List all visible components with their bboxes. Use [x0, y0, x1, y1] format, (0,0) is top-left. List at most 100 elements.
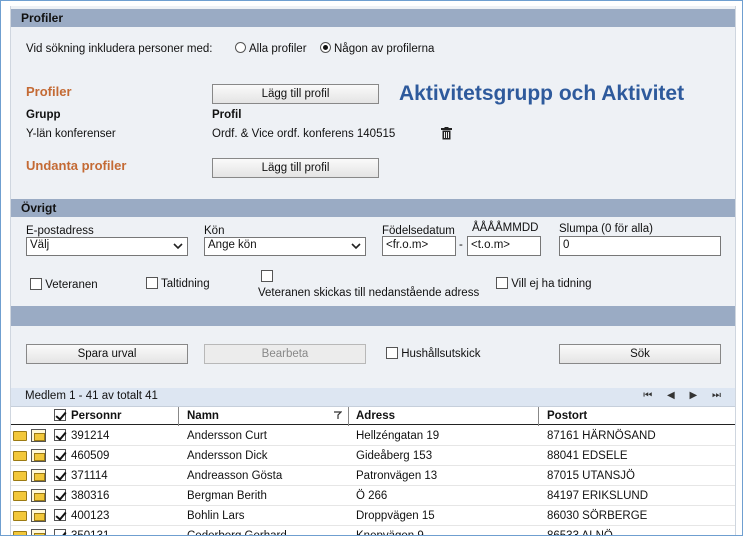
- checkbox-checked-icon[interactable]: [54, 489, 66, 501]
- section-header-ovrigt: Övrigt: [11, 199, 735, 217]
- random-input[interactable]: 0: [559, 236, 721, 256]
- cell-postort: 84197 ERIKSLUND: [547, 490, 648, 502]
- checkbox-checked-icon[interactable]: [54, 529, 66, 535]
- checkbox-checked-icon[interactable]: [54, 429, 66, 441]
- trash-icon[interactable]: [441, 127, 452, 140]
- folder-icon[interactable]: [13, 471, 27, 481]
- add-profile-button[interactable]: Lägg till profil: [212, 84, 379, 104]
- cell-personnr: 371114: [71, 470, 108, 482]
- row-checkbox[interactable]: [54, 449, 66, 462]
- cell-personnr: 400123: [71, 510, 110, 522]
- folder-icon[interactable]: [13, 511, 27, 521]
- chevron-down-icon: [351, 243, 361, 250]
- process-button[interactable]: Bearbeta: [204, 344, 366, 364]
- cell-namn: Andersson Dick: [187, 450, 268, 462]
- folder-icon[interactable]: [13, 431, 27, 441]
- checkbox-icon[interactable]: [261, 270, 273, 282]
- cell-adress: Hellzéngatan 19: [356, 430, 440, 442]
- exclude-profiles-title: Undanta profiler: [26, 158, 127, 173]
- checkbox-icon[interactable]: [146, 277, 158, 289]
- checkbox-household[interactable]: Hushållsutskick: [386, 347, 480, 360]
- table-row[interactable]: 391214 Andersson Curt Hellzéngatan 19 87161…: [11, 426, 735, 446]
- search-include-label: Vid sökning inkludera personer med:: [26, 43, 213, 55]
- table-row[interactable]: 400123 Bohlin Lars Droppvägen 15 86030 SÖRB…: [11, 506, 735, 526]
- birthdate-from-input[interactable]: <fr.o.m>: [382, 236, 456, 256]
- cell-adress: Knepvägen 9: [356, 530, 424, 536]
- row-checkbox[interactable]: [54, 489, 66, 502]
- cell-adress: Ö 266: [356, 490, 388, 502]
- radio-all-icon[interactable]: [235, 42, 246, 53]
- cell-postort: 87161 HÄRNÖSAND: [547, 430, 656, 442]
- col-profile-header: Profil: [212, 109, 242, 121]
- open-folder-icon[interactable]: [31, 449, 46, 462]
- cell-namn: Bohlin Lars: [187, 510, 245, 522]
- email-select[interactable]: Välj: [26, 237, 188, 256]
- row-checkbox[interactable]: [54, 509, 66, 522]
- member-grid: Medlem 1 - 41 av totalt 41 ⏮ ◀ ▶ ⏭ Perso…: [11, 388, 735, 536]
- checkbox-taltidning[interactable]: Taltidning: [146, 277, 210, 290]
- header-namn[interactable]: Namn: [187, 410, 219, 422]
- sort-icon[interactable]: [333, 411, 342, 420]
- header-postort[interactable]: Postort: [547, 410, 587, 422]
- row-checkbox[interactable]: [54, 529, 66, 535]
- birthdate-to-input[interactable]: <t.o.m>: [467, 236, 541, 256]
- checkbox-checked-icon[interactable]: [54, 449, 66, 461]
- open-folder-icon[interactable]: [31, 529, 46, 535]
- add-exclude-profile-button[interactable]: Lägg till profil: [212, 158, 379, 178]
- email-label: E-postadress: [26, 225, 94, 237]
- cell-adress: Gideåberg 153: [356, 450, 433, 462]
- open-folder-icon[interactable]: [31, 509, 46, 522]
- cell-adress: Droppvägen 15: [356, 510, 435, 522]
- checkbox-icon[interactable]: [386, 347, 398, 359]
- chevron-down-icon: [173, 243, 183, 250]
- radio-any-profile[interactable]: Någon av profilerna: [320, 42, 434, 55]
- table-row[interactable]: 350131 Cederberg Gerhard Knepvägen 9 86533 …: [11, 526, 735, 536]
- cell-adress: Patronvägen 13: [356, 470, 438, 482]
- search-button[interactable]: Sök: [559, 344, 721, 364]
- open-folder-icon[interactable]: [31, 469, 46, 482]
- save-selection-button[interactable]: Spara urval: [26, 344, 188, 364]
- cell-postort: 86533 ALNÖ: [547, 530, 613, 536]
- grid-summary: Medlem 1 - 41 av totalt 41: [25, 390, 158, 402]
- cell-personnr: 460509: [71, 450, 110, 462]
- folder-icon[interactable]: [13, 531, 27, 535]
- header-select-all-checkbox[interactable]: [54, 409, 66, 422]
- section-header-blank: [11, 306, 735, 326]
- gender-select[interactable]: Ange kön: [204, 237, 366, 256]
- table-row[interactable]: 371114 Andreasson Gösta Patronvägen 13 8701…: [11, 466, 735, 486]
- open-folder-icon[interactable]: [31, 429, 46, 442]
- grid-summary-bar: Medlem 1 - 41 av totalt 41 ⏮ ◀ ▶ ⏭: [11, 388, 735, 406]
- grid-header-row: Personnr Namn Adress Postort: [11, 406, 735, 426]
- search-panel: Profiler Vid sökning inkludera personer …: [10, 6, 736, 536]
- birthdate-format-label: ÅÅÅÅMMDD: [472, 222, 539, 234]
- overlay-annotation-title: Aktivitetsgrupp och Aktivitet: [399, 82, 685, 105]
- cell-namn: Bergman Berith: [187, 490, 267, 502]
- table-row[interactable]: 460509 Andersson Dick Gideåberg 153 88041 E…: [11, 446, 735, 466]
- checkbox-icon[interactable]: [496, 277, 508, 289]
- window-frame: Profiler Vid sökning inkludera personer …: [0, 0, 743, 536]
- pager-nav-icons[interactable]: ⏮ ◀ ▶ ⏭: [643, 390, 727, 401]
- folder-icon[interactable]: [13, 451, 27, 461]
- row-checkbox[interactable]: [54, 429, 66, 442]
- folder-icon[interactable]: [13, 491, 27, 501]
- table-row[interactable]: 380316 Bergman Berith Ö 266 84197 ERIKSLUND: [11, 486, 735, 506]
- radio-all-profiles[interactable]: Alla profiler: [235, 42, 307, 55]
- cell-namn: Andreasson Gösta: [187, 470, 283, 482]
- checkbox-veteranen-adress-box[interactable]: [261, 270, 273, 283]
- checkbox-veteranen-adress-label: Veteranen skickas till nedanstående adre…: [258, 287, 480, 299]
- open-folder-icon[interactable]: [31, 489, 46, 502]
- cell-postort: 86030 SÖRBERGE: [547, 510, 648, 522]
- checkbox-icon[interactable]: [30, 278, 42, 290]
- checkbox-veteranen[interactable]: Veteranen: [30, 278, 98, 291]
- checkbox-checked-icon[interactable]: [54, 469, 66, 481]
- profile-value: Ordf. & Vice ordf. konferens 140515: [212, 128, 396, 140]
- checkbox-vill-ej-tidning[interactable]: Vill ej ha tidning: [496, 277, 592, 290]
- checkbox-checked-icon[interactable]: [54, 409, 66, 421]
- radio-any-icon[interactable]: [320, 42, 331, 53]
- row-checkbox[interactable]: [54, 469, 66, 482]
- checkbox-checked-icon[interactable]: [54, 509, 66, 521]
- cell-personnr: 391214: [71, 430, 110, 442]
- header-adress[interactable]: Adress: [356, 410, 395, 422]
- header-personnr[interactable]: Personnr: [71, 410, 122, 422]
- group-value: Y-län konferenser: [26, 128, 116, 140]
